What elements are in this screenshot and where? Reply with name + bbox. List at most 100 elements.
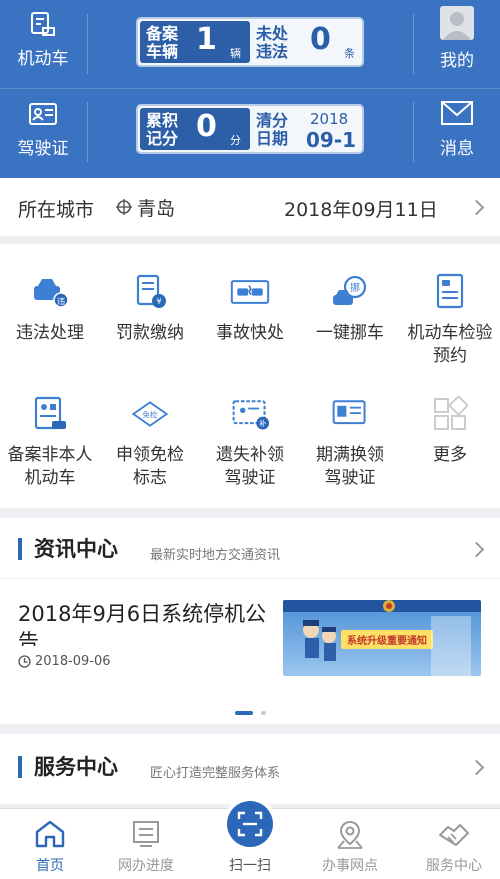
service-section[interactable]: 服务中心 匠心打造完整服务体系 [0, 734, 500, 804]
city-name: 青岛 [137, 197, 176, 220]
news-more-chevron-icon[interactable] [468, 541, 485, 558]
reissue-badge: 补 [259, 419, 267, 428]
accumulated-points-key: 累积 记分 [146, 111, 179, 148]
grid-label: 机动车检验预约 [407, 323, 493, 366]
exemption-icon: 免检 [130, 394, 170, 434]
nav-label-home: 首页 [36, 858, 64, 874]
grid-label: 违法处理 [16, 323, 84, 343]
move-car-icon: 挪 [330, 272, 370, 312]
grid-label: 遗失补领驾驶证 [216, 445, 284, 488]
grid-item-renew-license[interactable]: 期满换领驾驶证 [300, 394, 400, 490]
grid-item-more[interactable]: 更多 [400, 394, 500, 467]
license-summary-panel[interactable]: 累积 记分 0 分 清分 日期 2018 09-1 [136, 104, 364, 154]
grid-item-violation[interactable]: 违 违法处理 [0, 272, 100, 345]
unprocessed-violations-unit: 条 [344, 47, 355, 60]
location-pin-icon [337, 820, 363, 849]
register-vehicle-icon [30, 394, 70, 434]
grid-item-exemption-label[interactable]: 免检 申领免检标志 [100, 394, 200, 490]
carousel-dot-active[interactable] [235, 711, 253, 715]
thumbnail-caption: 系统升级重要通知 [341, 630, 433, 649]
handshake-icon [439, 824, 469, 846]
city-label: 所在城市 [18, 199, 95, 221]
nav-progress[interactable]: 网办进度 [96, 809, 196, 879]
grid-label: 期满换领驾驶证 [316, 445, 384, 488]
mine-label: 我的 [440, 51, 474, 71]
car-violation-icon: 违 [30, 272, 70, 312]
police-cartoon-icon [303, 620, 336, 661]
renew-license-icon [330, 394, 370, 434]
accumulated-points-value: 0 [196, 109, 217, 144]
carousel-dot[interactable] [261, 711, 267, 715]
news-article-title: 2018年9月6日系统停机公告 [18, 602, 267, 646]
accumulated-points-unit: 分 [230, 134, 241, 147]
service-title: 服务中心 [18, 756, 118, 778]
nav-service-center[interactable]: 服务中心 [404, 809, 500, 879]
city-selector[interactable]: 青岛 [116, 192, 175, 222]
clear-date-key: 清分 日期 [256, 111, 289, 148]
clock-icon [18, 655, 31, 668]
vehicle-icon [31, 12, 55, 36]
grid-label: 罚款缴纳 [116, 323, 184, 343]
license-button[interactable]: 驾驶证 [0, 100, 86, 170]
reissue-license-icon: 补 [230, 394, 270, 434]
more-grid-icon [430, 394, 470, 434]
registered-vehicles-unit: 辆 [230, 47, 241, 60]
home-icon [35, 820, 65, 848]
grid-label: 备案非本人机动车 [7, 445, 93, 488]
registered-vehicles-value: 1 [196, 22, 217, 57]
header-divider [0, 88, 500, 89]
grid-item-accident[interactable]: 事故快处 [200, 272, 300, 345]
news-thumbnail: 系统升级重要通知 [283, 600, 481, 676]
nav-scan[interactable]: 扫一扫 [200, 809, 300, 879]
service-more-chevron-icon[interactable] [468, 759, 485, 776]
inspection-icon [430, 272, 470, 312]
svg-text:违: 违 [57, 297, 65, 306]
nav-home[interactable]: 首页 [0, 809, 100, 879]
clear-date-year: 2018 [310, 110, 349, 128]
avatar [440, 6, 474, 40]
unprocessed-violations-value: 0 [310, 22, 331, 57]
current-date: 2018年09月11日 [284, 199, 438, 221]
vehicle-button[interactable]: 机动车 [0, 10, 86, 80]
grid-item-move-car[interactable]: 挪 一键挪车 [300, 272, 400, 345]
chevron-right-icon[interactable] [468, 199, 485, 216]
fine-badge: ¥ [156, 297, 161, 306]
license-icon [29, 103, 57, 125]
news-subtitle: 最新实时地方交通资讯 [150, 548, 281, 563]
monitor-icon [133, 821, 159, 847]
grid-label: 事故快处 [216, 323, 284, 343]
nav-service-points[interactable]: 办事网点 [300, 809, 400, 879]
top-header: 机动车 驾驶证 备案 车辆 1 辆 未处 违法 0 条 累积 记分 0 分 清分… [0, 0, 500, 178]
news-divider [0, 578, 500, 579]
grid-item-fine-payment[interactable]: ¥ 罚款缴纳 [100, 272, 200, 345]
payment-document-icon: ¥ [130, 272, 170, 312]
license-label: 驾驶证 [17, 139, 69, 159]
clear-date-day: 09-1 [306, 128, 357, 152]
header-separator [87, 14, 88, 74]
bottom-navigation: 首页 网办进度 扫一扫 办事网点 服务中心 [0, 797, 500, 879]
message-label: 消息 [440, 139, 474, 159]
grid-item-inspection-booking[interactable]: 机动车检验预约 [400, 272, 500, 368]
move-badge: 挪 [350, 281, 360, 294]
vehicle-summary-panel[interactable]: 备案 车辆 1 辆 未处 违法 0 条 [136, 17, 364, 67]
nav-label-service-center: 服务中心 [426, 858, 482, 874]
grid-item-register-other-vehicle[interactable]: 备案非本人机动车 [0, 394, 100, 490]
thumbnail-building [431, 616, 471, 676]
police-emblem-icon [383, 600, 395, 612]
news-title: 资讯中心 [18, 538, 118, 560]
grid-label: 更多 [433, 445, 467, 465]
service-grid: 违 违法处理 ¥ 罚款缴纳 事故快处 挪 一键挪车 机动车检验预约 备案非本人机… [0, 244, 500, 508]
mine-button[interactable]: 我的 [414, 6, 500, 80]
location-icon [116, 199, 132, 215]
grid-item-reissue-license[interactable]: 补 遗失补领驾驶证 [200, 394, 300, 490]
news-article-date: 2018-09-06 [35, 654, 111, 669]
news-section: 资讯中心 最新实时地方交通资讯 2018年9月6日系统停机公告 2018-09-… [0, 518, 500, 724]
unprocessed-violations-key: 未处 违法 [256, 24, 289, 61]
nav-label-scan: 扫一扫 [229, 858, 271, 874]
accident-icon [230, 272, 270, 312]
nav-label-progress: 网办进度 [118, 858, 174, 874]
avatar-placeholder-icon [443, 12, 471, 40]
mail-icon [441, 101, 473, 125]
message-button[interactable]: 消息 [414, 100, 500, 170]
grid-label: 一键挪车 [316, 323, 384, 343]
